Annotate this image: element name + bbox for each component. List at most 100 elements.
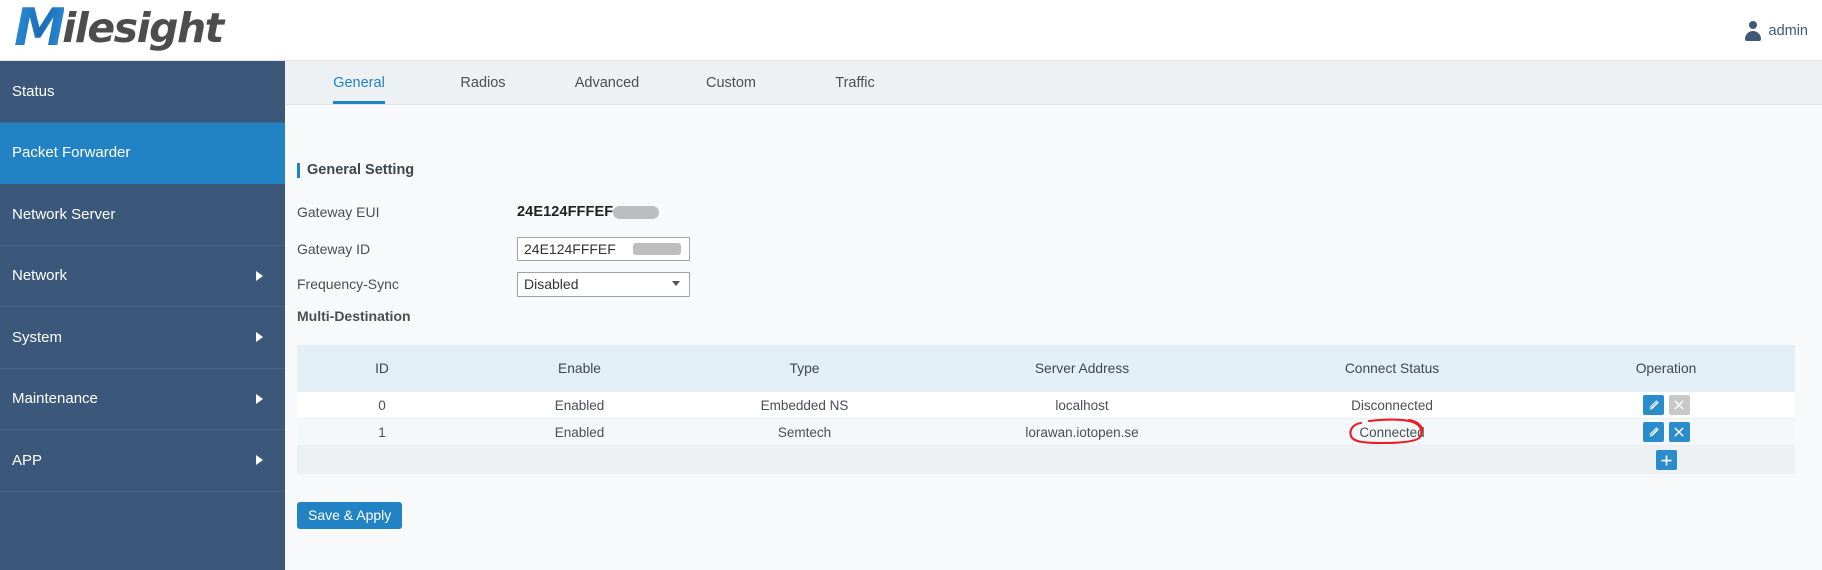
multi-destination-title: Multi-Destination: [297, 308, 411, 324]
column-header-enable: Enable: [467, 345, 692, 392]
sidebar-item-app[interactable]: APP: [0, 430, 285, 492]
cell-type: Embedded NS: [692, 392, 917, 419]
sidebar-item-status[interactable]: Status: [0, 61, 285, 123]
cell-spacer: [297, 445, 467, 474]
tab-label: Custom: [706, 74, 756, 91]
redaction-block: [613, 205, 660, 219]
sidebar-item-maintenance[interactable]: Maintenance: [0, 369, 285, 430]
column-header-id: ID: [297, 345, 467, 392]
cell-connect-status: Disconnected: [1247, 392, 1537, 419]
sidebar-item-label: Maintenance: [12, 390, 98, 408]
user-menu[interactable]: admin: [1745, 0, 1809, 61]
chevron-right-icon: [256, 270, 263, 281]
table-add-row: [297, 445, 1795, 474]
cell-spacer: [692, 445, 917, 474]
row-gateway-id: Gateway ID: [297, 236, 690, 262]
tab-label: General: [333, 74, 385, 91]
cell-connect-status: Connected: [1247, 418, 1537, 446]
tab-general[interactable]: General: [297, 61, 421, 104]
add-row-button[interactable]: [1655, 450, 1677, 470]
plus-icon: [1660, 454, 1672, 466]
tab-label: Advanced: [574, 74, 640, 91]
gateway-eui-value: 24E124FFFEF: [517, 204, 660, 220]
status-badge: Connected: [1349, 418, 1425, 444]
section-title-label: General Setting: [307, 162, 415, 178]
cell-operation: [1537, 392, 1795, 419]
edit-button[interactable]: [1642, 422, 1664, 442]
cell-id: 1: [297, 418, 467, 446]
column-header-server-address: Server Address: [917, 345, 1247, 392]
sidebar-filler: [0, 492, 285, 570]
sidebar-item-packet-forwarder[interactable]: Packet Forwarder: [0, 122, 285, 184]
delete-button-disabled: [1668, 395, 1690, 415]
user-name-label: admin: [1768, 22, 1809, 39]
close-icon: [1674, 427, 1684, 437]
cell-spacer: [917, 445, 1247, 474]
table-row: 1 Enabled Semtech lorawan.iotopen.se Con…: [297, 418, 1795, 446]
sidebar-nav: Status Packet Forwarder Network Server N…: [0, 61, 285, 570]
cell-spacer: [1247, 445, 1537, 474]
cell-spacer: [467, 445, 692, 474]
column-header-connect-status: Connect Status: [1247, 345, 1537, 392]
cell-enable: Enabled: [467, 418, 692, 446]
column-header-operation: Operation: [1537, 345, 1795, 392]
row-gateway-eui: Gateway EUI 24E124FFFEF: [297, 199, 660, 225]
tab-traffic[interactable]: Traffic: [793, 61, 917, 104]
table-row: 0 Enabled Embedded NS localhost Disconne…: [297, 392, 1795, 419]
sidebar-item-label: Network: [12, 267, 68, 285]
add-button-wrap: [1537, 450, 1795, 470]
tab-label: Traffic: [835, 74, 875, 91]
sidebar-item-network[interactable]: Network: [0, 246, 285, 307]
cell-add-operation: [1537, 445, 1795, 474]
cell-enable: Enabled: [467, 392, 692, 419]
gateway-id-input-wrap: [517, 237, 690, 261]
status-text: Connected: [1359, 424, 1425, 440]
cell-operation: [1537, 418, 1795, 446]
redaction-block: [633, 243, 681, 255]
status-badge: Disconnected: [1351, 398, 1433, 413]
edit-button[interactable]: [1642, 395, 1664, 415]
tab-label: Radios: [460, 74, 506, 91]
pencil-icon: [1648, 399, 1659, 410]
sidebar-item-label: APP: [12, 451, 43, 469]
tab-advanced[interactable]: Advanced: [545, 61, 669, 104]
sidebar-item-network-server[interactable]: Network Server: [0, 184, 285, 246]
app-window: Milesight admin Status Packet Forwarder …: [0, 0, 1822, 570]
frequency-sync-selected-value: Disabled: [524, 276, 579, 292]
user-icon: [1745, 21, 1762, 41]
sidebar-item-label: System: [12, 328, 63, 346]
top-header: Milesight admin: [0, 0, 1822, 61]
sidebar-item-label: Status: [12, 82, 55, 100]
row-frequency-sync: Frequency-Sync Disabled: [297, 271, 690, 297]
column-header-type: Type: [692, 345, 917, 392]
chevron-down-icon: [672, 281, 680, 286]
cell-server-address: lorawan.iotopen.se: [917, 418, 1247, 446]
pencil-icon: [1648, 426, 1659, 437]
cell-server-address: localhost: [917, 392, 1247, 419]
chevron-right-icon: [256, 393, 263, 404]
sidebar-item-system[interactable]: System: [0, 307, 285, 369]
section-header-general-setting: General Setting: [297, 162, 414, 178]
sidebar-item-label: Network Server: [12, 205, 116, 223]
tab-custom[interactable]: Custom: [669, 61, 793, 104]
delete-button[interactable]: [1668, 422, 1690, 442]
operation-buttons: [1537, 395, 1795, 415]
chevron-right-icon: [256, 332, 263, 343]
milesight-logo: Milesight: [14, 2, 224, 54]
logo-wordmark: ilesight: [62, 3, 224, 52]
cell-id: 0: [297, 392, 467, 419]
save-and-apply-button[interactable]: Save & Apply: [297, 502, 403, 529]
section-accent-bar: [297, 162, 300, 178]
chevron-right-icon: [256, 455, 263, 466]
multi-destination-table: ID Enable Type Server Address Connect St…: [297, 345, 1795, 474]
status-text: Disconnected: [1351, 397, 1433, 413]
cell-type: Semtech: [692, 418, 917, 446]
tab-radios[interactable]: Radios: [421, 61, 545, 104]
main-content: General Radios Advanced Custom Traffic G…: [285, 61, 1822, 570]
operation-buttons: [1537, 422, 1795, 442]
sidebar-item-label: Packet Forwarder: [12, 144, 131, 162]
frequency-sync-select[interactable]: Disabled: [517, 271, 690, 297]
gateway-eui-label: Gateway EUI: [297, 204, 380, 220]
tab-bar: General Radios Advanced Custom Traffic: [285, 61, 1822, 105]
frequency-sync-label: Frequency-Sync: [297, 276, 399, 292]
